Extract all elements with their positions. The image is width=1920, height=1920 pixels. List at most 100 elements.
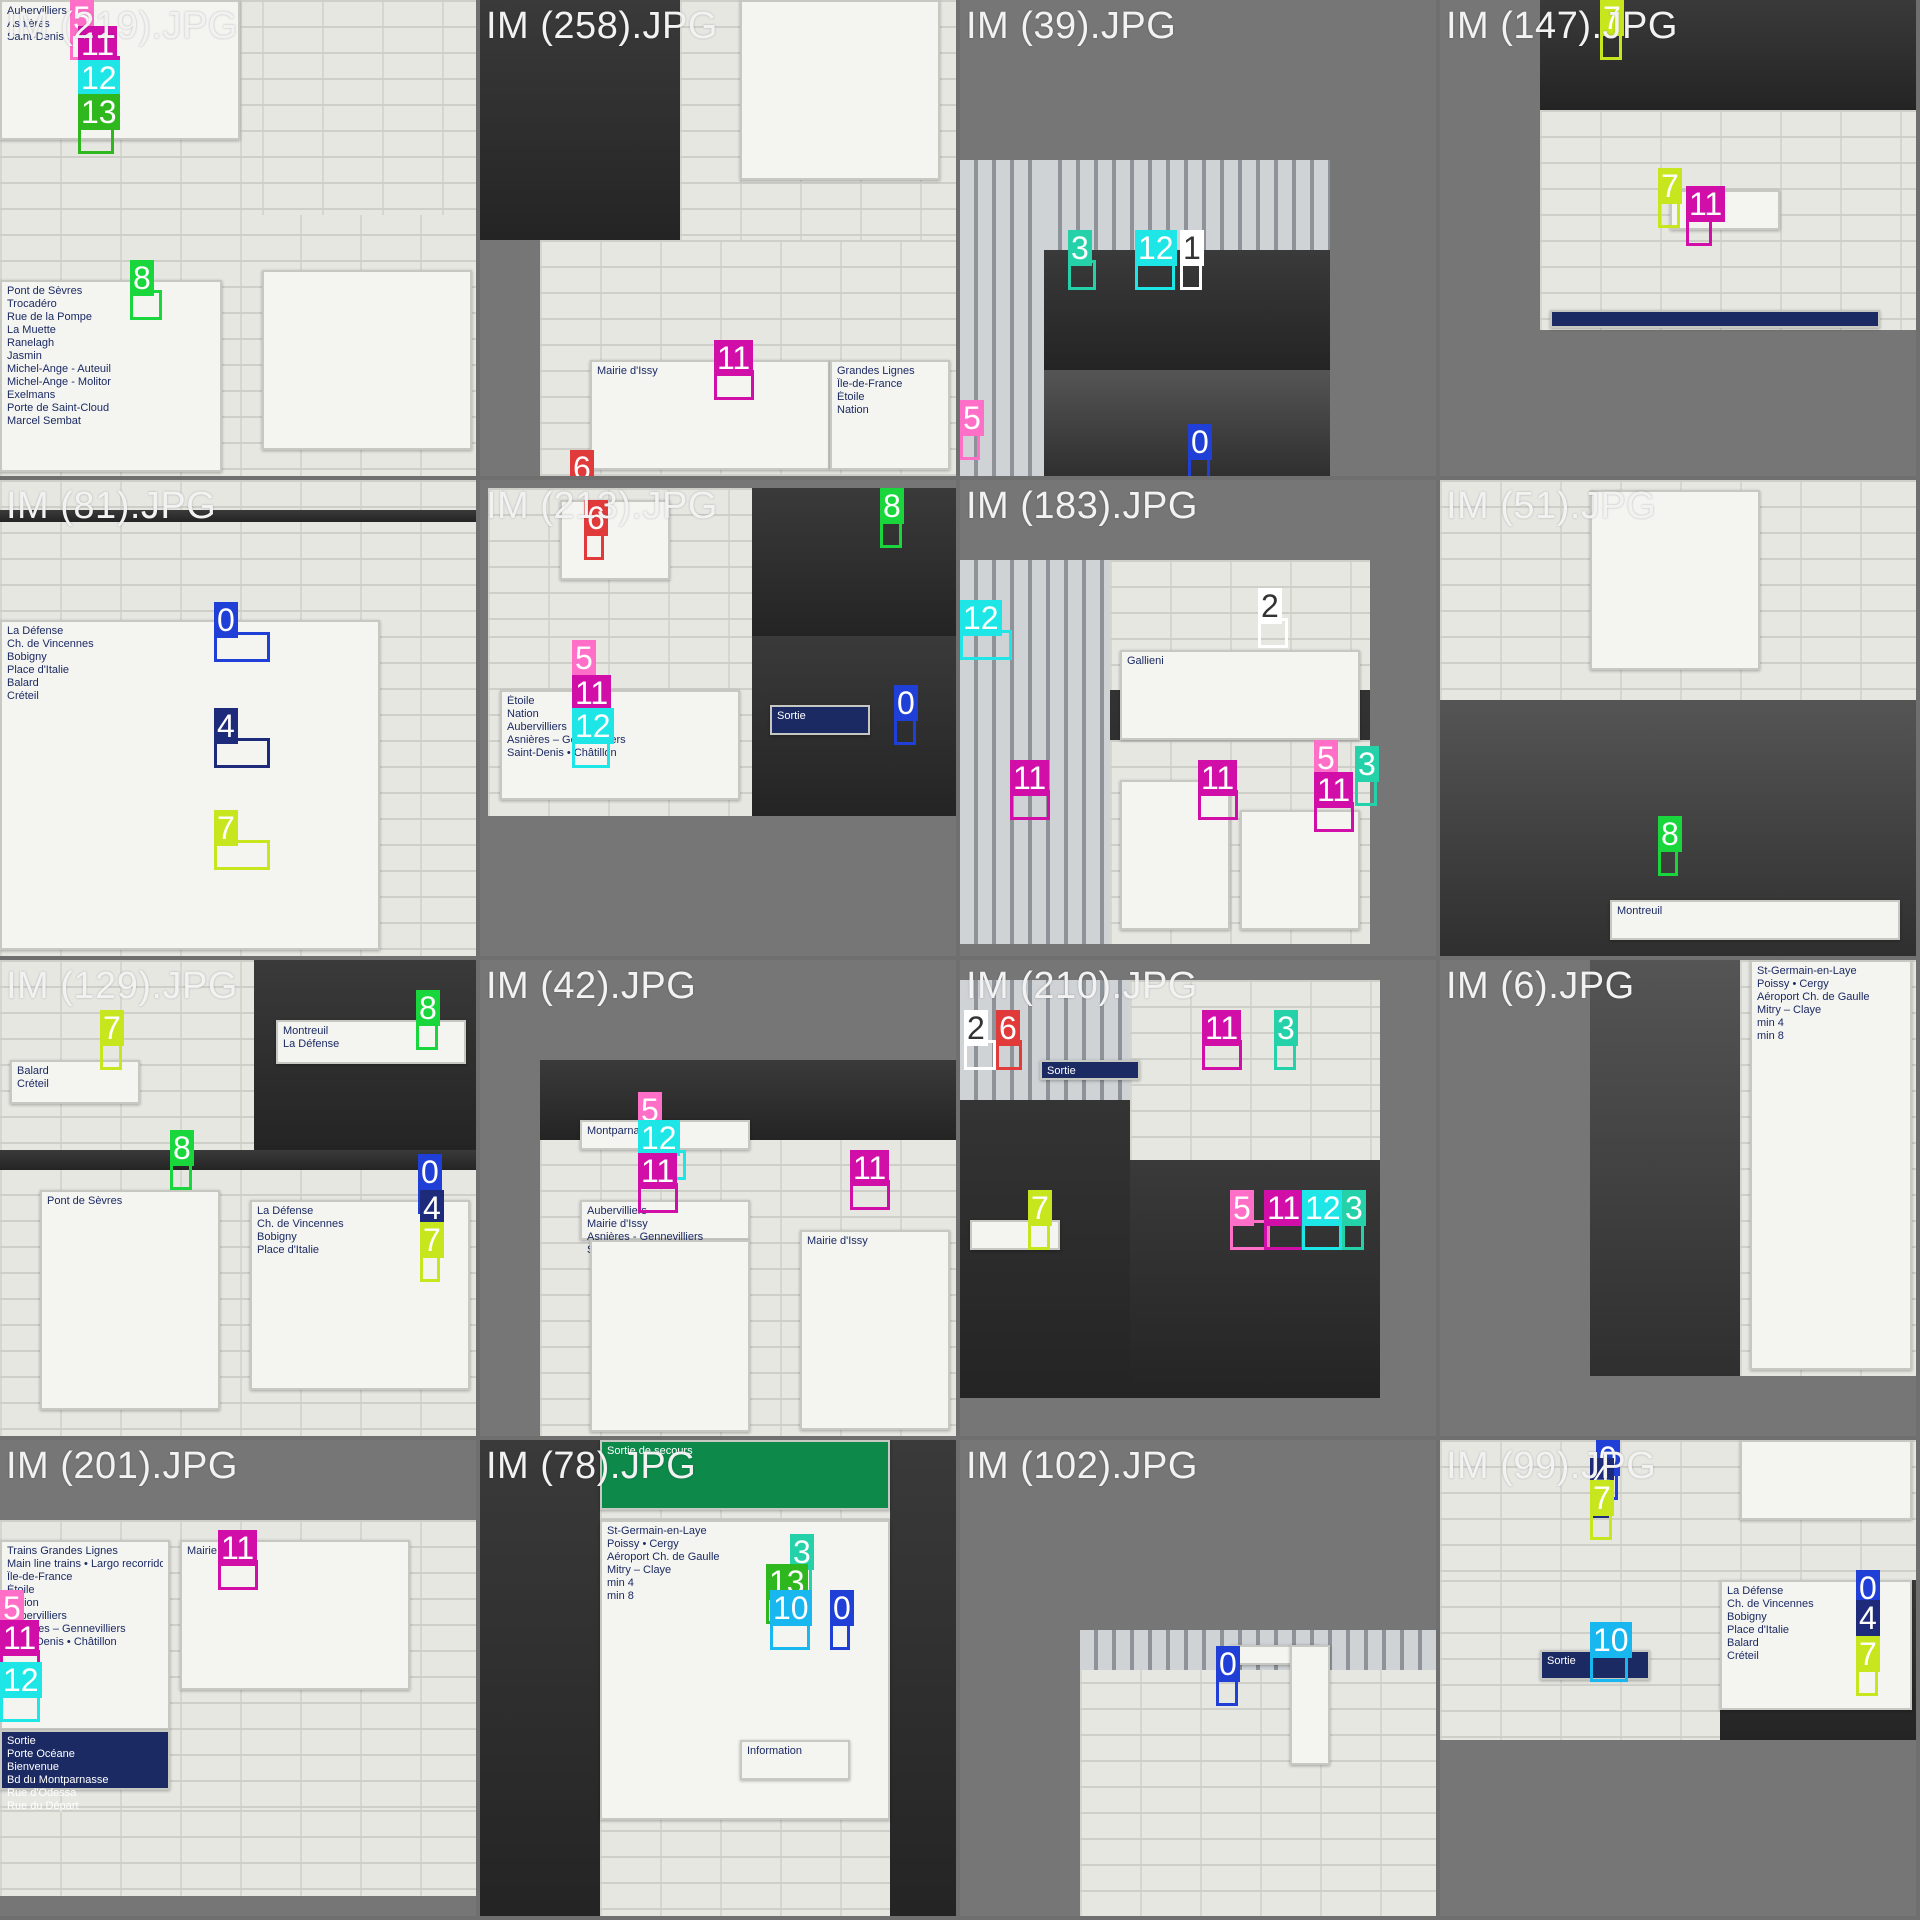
detection-label: 0 [894, 685, 918, 721]
sign-line: Trocadéro [7, 298, 57, 310]
metro-sign [590, 1240, 750, 1432]
metro-sign [740, 0, 940, 180]
sign-line: Aéroport Ch. de Gaulle [607, 1551, 720, 1563]
detection-label: 4 [420, 1190, 444, 1226]
metro-sign: Information [740, 1740, 850, 1780]
detection-label: 2 [964, 1010, 988, 1046]
sign-line: Michel-Ange - Auteuil [7, 363, 111, 375]
photo-region [1080, 1630, 1436, 1916]
sign-line: min 4 [1757, 1017, 1784, 1029]
metro-sign: Montreuil [1610, 900, 1900, 940]
sign-line: Mairie d'Issy [807, 1235, 868, 1247]
image-tile: Gallieni IM (183).JPG 2 12 11 11 5 11 3 [960, 480, 1436, 956]
sign-line: Balard [7, 677, 39, 689]
detection-label: 8 [1658, 816, 1682, 852]
metro-sign: Pont de Sèvres [40, 1190, 220, 1410]
metro-sign [262, 270, 472, 450]
detection-label: 7 [100, 1010, 124, 1046]
detection-label: 12 [78, 60, 120, 96]
metro-sign: Étoile Nation Aubervilliers Asnières – Genn… [500, 690, 740, 800]
detection-label: 12 [0, 1662, 42, 1698]
detection-label: 3 [1342, 1190, 1366, 1226]
sign-line: Michel-Ange - Molitor [7, 376, 111, 388]
sign-line: Gallieni [1127, 655, 1164, 667]
sign-line: Étoile [837, 391, 865, 403]
detection-label: 11 [218, 1530, 258, 1566]
photo-region [0, 1150, 476, 1170]
sign-line: Main line trains • Largo recorrido [7, 1558, 163, 1570]
sign-line: Bobigny [7, 651, 47, 663]
sign-line: Information [747, 1745, 803, 1757]
image-filename: IM (258).JPG [486, 5, 718, 47]
image-filename: IM (102).JPG [966, 1445, 1198, 1487]
sign-line: St-Germain-en-Laye [607, 1525, 707, 1537]
sign-line: Porte Océane [7, 1748, 75, 1760]
sign-line: Montreuil [1617, 905, 1663, 917]
metro-sign: St-Germain-en-Laye Poissy • Cergy Aéroport… [1750, 960, 1912, 1370]
sign-line: St-Germain-en-Laye [1757, 965, 1857, 977]
sign-line: Créteil [7, 690, 39, 702]
metro-sign: Sortie [1040, 1060, 1140, 1080]
detection-label: 7 [1028, 1190, 1052, 1226]
image-filename: IM (129).JPG [6, 965, 238, 1007]
detection-mosaic: Aubervilliers Asnières Saint-Denis Pont de … [0, 0, 1920, 1920]
detection-label: 7 [1856, 1636, 1880, 1672]
image-tile: La Défense Ch. de Vincennes Bobigny Place d… [1440, 1440, 1916, 1916]
sign-line: Aéroport Ch. de Gaulle [1757, 991, 1870, 1003]
detection-label: 8 [416, 990, 440, 1026]
detection-label: 11 [714, 340, 754, 376]
detection-label: 10 [1590, 1622, 1632, 1658]
detection-label: 4 [214, 708, 238, 744]
image-tile: St-Germain-en-Laye Poissy • Cergy Aéroport… [1440, 960, 1916, 1436]
sign-line: Rue de la Pompe [7, 311, 92, 323]
detection-label: 12 [638, 1120, 680, 1156]
image-tile: Aubervilliers Asnières Saint-Denis Pont de … [0, 0, 476, 476]
detection-label: 4 [1856, 1600, 1880, 1636]
photo-region [262, 0, 476, 215]
detection-label: 6 [570, 450, 594, 476]
sign-line: Poissy • Cergy [607, 1538, 679, 1550]
detection-label: 11 [1686, 186, 1726, 222]
sign-line: Créteil [17, 1078, 49, 1090]
detection-label: 11 [1202, 1010, 1242, 1046]
metro-sign: Mairie d'Issy [800, 1230, 950, 1430]
image-filename: IM (39).JPG [966, 5, 1177, 47]
image-tile: Mairie d'Issy Grandes Lignes Île-de-France… [480, 0, 956, 476]
sign-line: Mairie d'Issy [587, 1218, 648, 1230]
sign-line: Rue d'Odessa [7, 1787, 77, 1799]
metro-sign: Grandes Lignes Île-de-France Étoile Nation [830, 360, 950, 470]
detection-label: 0 [830, 1590, 854, 1626]
detection-label: 11 [850, 1150, 890, 1186]
sign-line: min 8 [1757, 1030, 1784, 1042]
sign-line: Saint-Denis • Châtillon [507, 747, 617, 759]
detection-label: 0 [214, 602, 238, 638]
sign-line: Pont de Sèvres [47, 1195, 123, 1207]
metro-sign: La Défense Ch. de Vincennes Bobigny Place d… [0, 620, 380, 950]
detection-label: 11 [1198, 760, 1238, 796]
detection-label: 11 [1314, 772, 1354, 808]
detection-label: 5 [1230, 1190, 1254, 1226]
image-filename: IM (81).JPG [6, 485, 217, 527]
detection-label: 6 [996, 1010, 1020, 1046]
detection-label: 5 [572, 640, 596, 676]
detection-label: 0 [1188, 424, 1212, 460]
detection-label: 3 [1355, 746, 1379, 782]
sign-line: Bd du Montparnasse [7, 1774, 109, 1786]
detection-label: 8 [130, 260, 154, 296]
image-tile: IM (102).JPG 0 [960, 1440, 1436, 1916]
sign-line: min 4 [607, 1577, 634, 1589]
image-filename: IM (183).JPG [966, 485, 1198, 527]
metro-sign [1740, 1440, 1912, 1520]
sign-line: La Muette [7, 324, 56, 336]
sign-line: Jasmin [7, 350, 42, 362]
image-filename: IM (51).JPG [1446, 485, 1657, 527]
image-filename: IM (210).JPG [966, 965, 1198, 1007]
image-tile: Balard Créteil Montreuil La Défense Pont de … [0, 960, 476, 1436]
sign-line: Porte de Saint-Cloud [7, 402, 110, 414]
sign-line: Sortie [777, 710, 806, 722]
sign-line: Place d'Italie [7, 664, 70, 676]
image-tile: Sortie IM (210).JPG 2 6 11 3 7 5 11 12 3 [960, 960, 1436, 1436]
image-filename: IM (201).JPG [6, 1445, 238, 1487]
image-filename: IM (219).JPG [6, 5, 238, 47]
image-filename: IM (213).JPG [486, 485, 718, 527]
